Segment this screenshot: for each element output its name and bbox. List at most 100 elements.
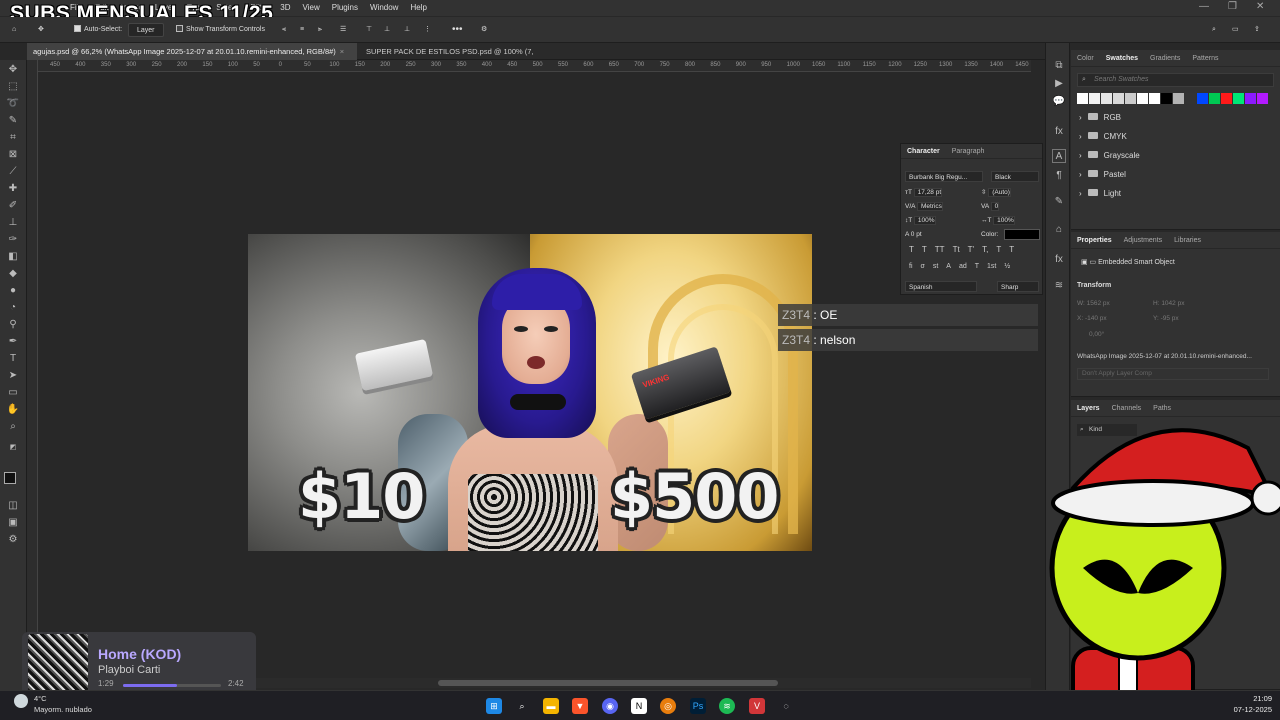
spotify-icon[interactable]: ≋ xyxy=(719,698,735,714)
character-icon[interactable]: A xyxy=(1052,149,1066,163)
align-right-icon[interactable]: ⫸ xyxy=(318,23,322,37)
glyphs-icon[interactable]: ⌂ xyxy=(1052,223,1066,237)
blur-tool-icon[interactable]: ● xyxy=(4,283,22,299)
distribute-vertical-icon[interactable]: ⋮ xyxy=(424,23,431,37)
tab-paragraph[interactable]: Paragraph xyxy=(952,148,985,155)
layer-comp-select[interactable]: Don't Apply Layer Comp xyxy=(1077,368,1269,380)
strikethrough-button[interactable]: T xyxy=(1009,245,1014,254)
dodge-tool-icon-2[interactable]: ⚲ xyxy=(4,317,22,333)
color-swatch[interactable] xyxy=(1125,93,1136,104)
menu-item-window[interactable]: Window xyxy=(370,0,398,16)
tab-adjustments[interactable]: Adjustments xyxy=(1124,237,1163,244)
font-family-select[interactable]: Burbank Big Regu... xyxy=(905,171,983,182)
stamp-tool-icon[interactable]: ⊥ xyxy=(4,215,22,231)
default-colors-icon[interactable]: ◩ xyxy=(4,440,22,456)
layers-stack-icon[interactable]: ≋ xyxy=(1052,279,1066,293)
foreground-color-swatch[interactable] xyxy=(4,472,16,484)
ordinals-button[interactable]: 1st xyxy=(987,263,996,270)
all-caps-button[interactable]: TT xyxy=(935,245,945,254)
search-icon[interactable]: ⌕ xyxy=(514,698,530,714)
y-field[interactable]: Y: -95 px xyxy=(1153,315,1179,322)
ligature-button[interactable]: fi xyxy=(909,263,913,270)
crop-tool-icon[interactable]: ⌗ xyxy=(4,130,22,146)
notion-icon[interactable]: N xyxy=(631,698,647,714)
brush-settings-icon[interactable]: ✎ xyxy=(1052,195,1066,209)
tab-layers[interactable]: Layers xyxy=(1077,405,1100,412)
tab-channels[interactable]: Channels xyxy=(1112,405,1142,412)
share-icon[interactable]: ⇪ xyxy=(1254,23,1260,37)
tab-swatches[interactable]: Swatches xyxy=(1106,55,1138,62)
more-options-button[interactable]: ••• xyxy=(452,23,463,37)
color-swatch[interactable] xyxy=(1161,93,1172,104)
search-icon[interactable]: ⌕ xyxy=(1212,23,1216,37)
discord-icon[interactable]: ◉ xyxy=(602,698,618,714)
discretionary-button[interactable]: σ xyxy=(921,263,925,270)
color-swatch[interactable] xyxy=(1113,93,1124,104)
color-swatch[interactable] xyxy=(1221,93,1232,104)
auto-select-dropdown[interactable]: Layer xyxy=(128,23,164,37)
color-swatch[interactable] xyxy=(1185,93,1196,104)
tab-properties[interactable]: Properties xyxy=(1077,237,1112,244)
horizontal-scale-field[interactable]: ↔T 100% xyxy=(981,215,1015,226)
history-brush-icon[interactable]: ✑ xyxy=(4,232,22,248)
swatch-folder-pastel[interactable]: › Pastel xyxy=(1071,165,1280,184)
paragraph-icon[interactable]: ¶ xyxy=(1052,169,1066,183)
color-swatch[interactable] xyxy=(1089,93,1100,104)
tab-color[interactable]: Color xyxy=(1077,55,1094,62)
quick-mask-icon[interactable]: ◫ xyxy=(4,498,22,514)
blender-icon[interactable]: ◎ xyxy=(660,698,676,714)
lasso-tool-icon[interactable]: ➰ xyxy=(4,96,22,112)
align-top-icon[interactable]: ⊤ xyxy=(366,23,372,37)
text-color-swatch[interactable] xyxy=(1004,229,1040,240)
brush-tool-icon[interactable]: ✐ xyxy=(4,198,22,214)
move-tool-icon[interactable]: ✥ xyxy=(38,23,44,37)
brave-browser-icon[interactable]: ▼ xyxy=(572,698,588,714)
align-middle-icon[interactable]: ⊥ xyxy=(384,23,390,37)
tab-libraries[interactable]: Libraries xyxy=(1174,237,1201,244)
move-tool-icon[interactable]: ✥ xyxy=(4,62,22,78)
obs-icon[interactable]: ◌ xyxy=(778,698,794,714)
pen-tool-icon[interactable]: ✒ xyxy=(4,334,22,350)
color-swatch[interactable] xyxy=(1101,93,1112,104)
tab-gradients[interactable]: Gradients xyxy=(1150,55,1180,62)
distribute-icon[interactable]: ☰ xyxy=(340,23,346,37)
swatch-folder-rgb[interactable]: › RGB xyxy=(1071,108,1280,127)
underline-button[interactable]: T xyxy=(996,245,1001,254)
subscript-button[interactable]: T, xyxy=(982,245,988,254)
anti-alias-select[interactable]: Sharp xyxy=(997,281,1039,292)
tracking-field[interactable]: VA 0 xyxy=(981,201,1000,212)
baseline-shift-field[interactable]: A 0 pt xyxy=(905,229,922,240)
screen-mode-icon[interactable]: ▣ xyxy=(4,515,22,531)
color-swatch[interactable] xyxy=(1149,93,1160,104)
fractions-button[interactable]: ½ xyxy=(1004,263,1010,270)
minimize-icon[interactable]: — xyxy=(1199,0,1209,14)
play-icon[interactable]: ▶ xyxy=(1052,77,1066,91)
menu-item-plugins[interactable]: Plugins xyxy=(332,0,358,16)
eyedropper-tool-icon[interactable]: ⟋ xyxy=(4,164,22,180)
hand-tool-icon[interactable]: ✋ xyxy=(4,402,22,418)
close-tab-icon[interactable]: × xyxy=(340,47,344,56)
width-field[interactable]: W: 1562 px xyxy=(1077,300,1110,307)
swatch-folder-grayscale[interactable]: › Grayscale xyxy=(1071,146,1280,165)
transform-controls-checkbox[interactable]: Show Transform Controls xyxy=(176,23,265,37)
type-tool-icon[interactable]: T xyxy=(4,351,22,367)
faux-bold-button[interactable]: T xyxy=(909,245,914,254)
auto-select-checkbox[interactable]: Auto-Select: xyxy=(74,23,122,37)
weather-description[interactable]: Mayorm. nublado xyxy=(34,705,92,714)
zoom-tool-icon[interactable]: ⌕ xyxy=(4,419,22,435)
alternates-button[interactable]: ad xyxy=(959,263,967,270)
fx-icon[interactable]: fx xyxy=(1052,253,1066,267)
x-field[interactable]: X: -140 px xyxy=(1077,315,1107,322)
align-bottom-icon[interactable]: ⊥ xyxy=(404,23,410,37)
small-caps-button[interactable]: Tt xyxy=(953,245,960,254)
leading-field[interactable]: ⇳ (Auto) xyxy=(981,187,1011,198)
comment-icon[interactable]: 💬 xyxy=(1052,95,1066,109)
gear-icon[interactable]: ⚙ xyxy=(481,23,487,37)
color-swatch[interactable] xyxy=(1197,93,1208,104)
color-swatch[interactable] xyxy=(1209,93,1220,104)
workspace-icon[interactable]: ▭ xyxy=(1232,23,1239,37)
thumbnail-artwork[interactable]: VIKING $10 $500 xyxy=(248,234,812,551)
tab-patterns[interactable]: Patterns xyxy=(1192,55,1218,62)
windows-start-icon[interactable]: ⊞ xyxy=(486,698,502,714)
menu-item-view[interactable]: View xyxy=(303,0,320,16)
